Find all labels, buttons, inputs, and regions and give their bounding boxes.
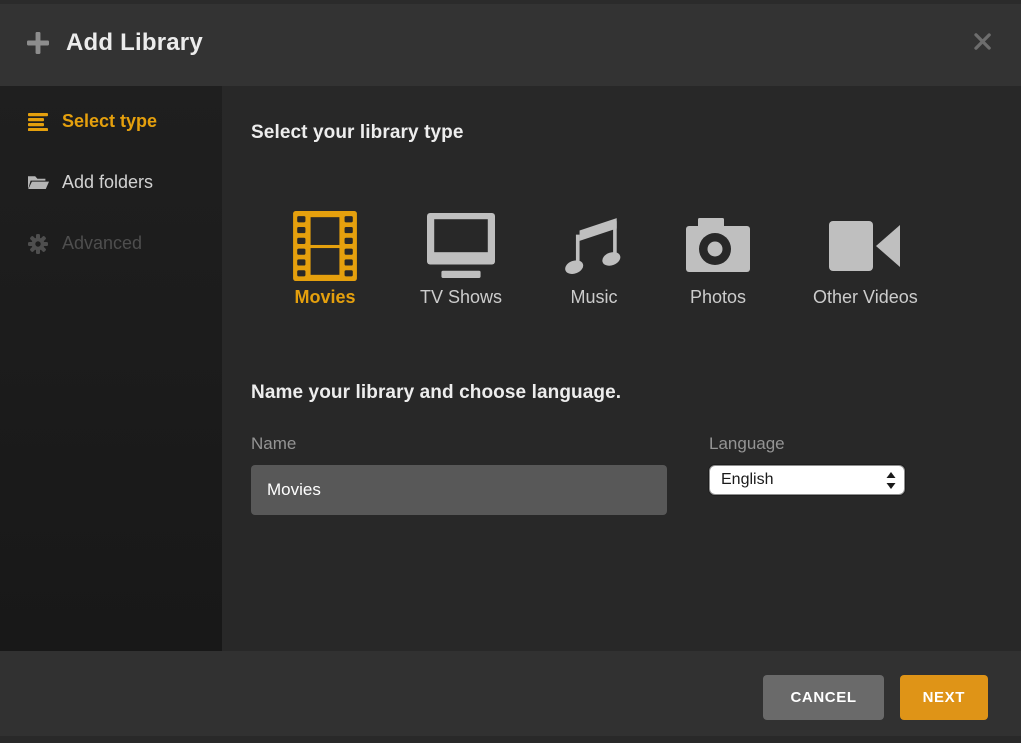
list-lines-icon xyxy=(27,113,49,131)
language-select[interactable]: English xyxy=(709,465,905,495)
library-name-heading: Name your library and choose language. xyxy=(251,382,621,404)
sidebar-item-label: Advanced xyxy=(62,233,142,254)
wizard-content: Select your library type xyxy=(222,86,1021,651)
wizard-steps-sidebar: Select type Add folders xyxy=(0,86,222,651)
type-option-label: TV Shows xyxy=(420,287,502,308)
sidebar-item-label: Add folders xyxy=(62,172,153,193)
language-field-group: Language English xyxy=(709,434,905,495)
folder-open-icon xyxy=(27,175,49,191)
music-notes-icon xyxy=(565,210,623,282)
type-option-label: Photos xyxy=(690,287,746,308)
dialog-title: Add Library xyxy=(66,29,203,57)
tv-monitor-icon xyxy=(427,210,495,282)
type-option-label: Other Videos xyxy=(813,287,918,308)
library-name-input[interactable] xyxy=(251,465,667,515)
video-camera-icon xyxy=(829,210,901,282)
type-option-movies[interactable]: Movies xyxy=(293,210,357,308)
type-option-photos[interactable]: Photos xyxy=(686,210,750,308)
camera-icon xyxy=(686,210,750,282)
dialog-header: Add Library xyxy=(0,0,1021,86)
sidebar-item-select-type[interactable]: Select type xyxy=(0,91,222,152)
type-option-label: Movies xyxy=(294,287,355,308)
add-library-dialog: Add Library xyxy=(0,0,1021,743)
close-icon[interactable] xyxy=(972,31,992,51)
type-option-music[interactable]: Music xyxy=(565,210,623,308)
language-field-label: Language xyxy=(709,434,905,454)
language-select-value: English xyxy=(710,471,886,489)
dialog-footer: CANCEL NEXT xyxy=(0,651,1021,743)
gear-icon xyxy=(27,234,49,254)
sidebar-item-advanced: Advanced xyxy=(0,213,222,274)
name-field-label: Name xyxy=(251,434,667,454)
sidebar-item-add-folders[interactable]: Add folders xyxy=(0,152,222,213)
type-option-tv-shows[interactable]: TV Shows xyxy=(420,210,502,308)
library-type-heading: Select your library type xyxy=(251,122,464,144)
name-field-group: Name xyxy=(251,434,667,515)
cancel-button[interactable]: CANCEL xyxy=(763,675,883,720)
next-button[interactable]: NEXT xyxy=(900,675,988,720)
type-option-label: Music xyxy=(571,287,618,308)
film-strip-icon xyxy=(293,210,357,282)
name-language-form: Name Language English xyxy=(251,434,905,515)
plus-icon xyxy=(27,32,49,54)
library-type-picker: Movies TV Shows xyxy=(293,210,918,308)
sidebar-item-label: Select type xyxy=(62,111,157,132)
select-updown-arrows-icon xyxy=(886,472,904,489)
type-option-other-videos[interactable]: Other Videos xyxy=(813,210,918,308)
